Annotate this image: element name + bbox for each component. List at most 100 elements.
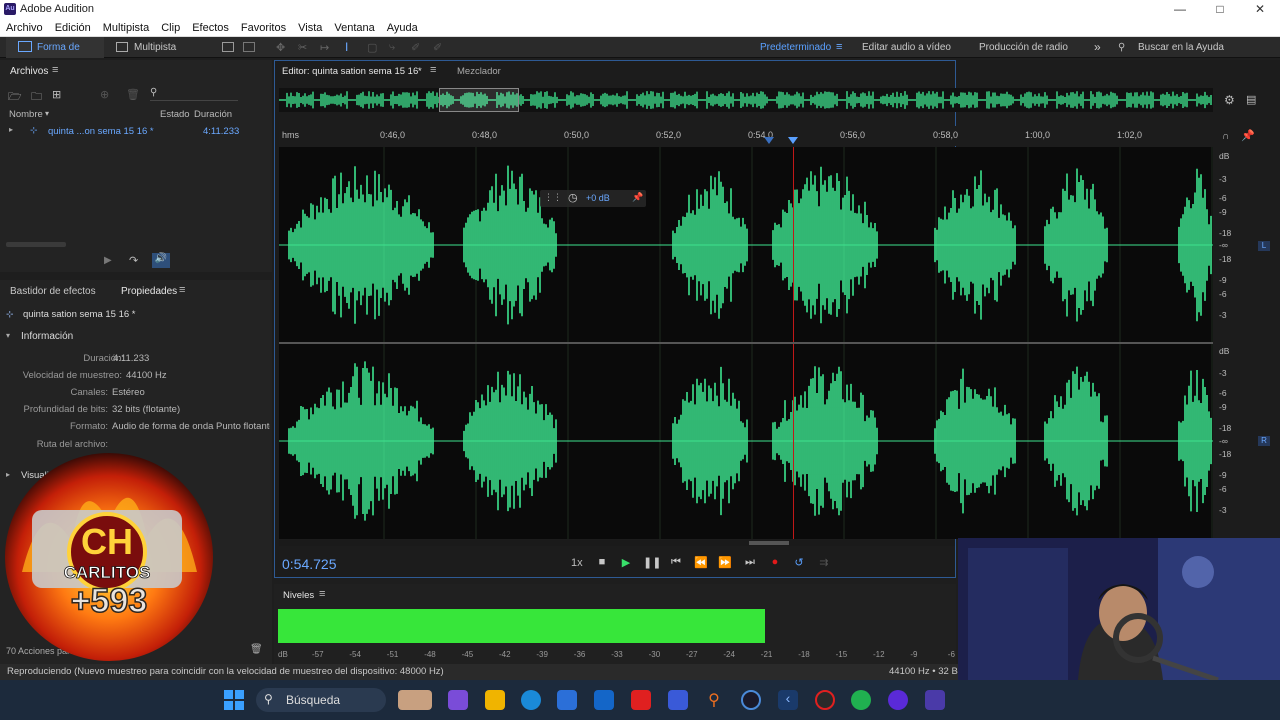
pin-icon[interactable]: 📌: [1241, 129, 1255, 142]
open-folder-icon[interactable]: 🗁: [8, 88, 22, 107]
tab-effects-rack[interactable]: Bastidor de efectos: [10, 286, 96, 297]
playhead-start-marker[interactable]: [764, 137, 774, 144]
windows-start-icon[interactable]: [224, 690, 244, 710]
hud-knob-icon[interactable]: ◷: [568, 191, 578, 204]
waveform-view-button[interactable]: Forma de onda: [6, 37, 104, 74]
workspace-produccion-radio[interactable]: Producción de radio: [979, 37, 1068, 58]
autoplay-icon[interactable]: 🔊: [152, 253, 170, 268]
taskbar-app-icon[interactable]: [888, 690, 908, 710]
files-search-field[interactable]: ⚲: [150, 87, 238, 101]
taskbar-search-app-icon[interactable]: ⚲: [704, 690, 724, 710]
files-panel-title[interactable]: Archivos: [10, 66, 48, 77]
time-selection-tool-icon[interactable]: I: [345, 40, 348, 54]
slip-tool-icon[interactable]: ↦: [320, 41, 329, 54]
editor-h-scrollbar[interactable]: [279, 540, 955, 546]
editor-options-icon[interactable]: ▤: [1246, 93, 1256, 106]
waveform-display[interactable]: [279, 147, 1213, 539]
taskbar-messenger-icon[interactable]: [668, 690, 688, 710]
brush-tool-icon[interactable]: ✐: [411, 41, 420, 54]
fast-forward-icon[interactable]: ⏩: [717, 556, 733, 569]
hud-pin-icon[interactable]: 📌: [632, 192, 643, 203]
column-state-header[interactable]: Estado: [160, 109, 190, 120]
skip-to-start-icon[interactable]: ⏮: [668, 556, 684, 569]
move-tool-icon[interactable]: ✥: [276, 41, 285, 54]
menu-clip[interactable]: Clip: [155, 19, 186, 37]
zoom-settings-icon[interactable]: ⚙: [1224, 93, 1235, 107]
multitrack-view-button[interactable]: Multipista: [108, 37, 188, 58]
taskbar-whatsapp-icon[interactable]: [851, 690, 871, 710]
taskbar-store-icon[interactable]: [557, 690, 577, 710]
playhead-handle[interactable]: [788, 137, 798, 144]
column-name-header[interactable]: Nombre: [9, 109, 43, 120]
skip-to-end-icon[interactable]: ⏭: [742, 556, 758, 569]
levels-panel-title[interactable]: Niveles: [283, 590, 314, 601]
menu-archivo[interactable]: Archivo: [0, 19, 49, 37]
lasso-tool-icon[interactable]: ⤷: [389, 41, 395, 54]
spectral-display-icon[interactable]: [222, 42, 234, 52]
files-scrollbar[interactable]: [6, 242, 66, 247]
rewind-icon[interactable]: ⏪: [693, 556, 709, 569]
record-icon[interactable]: ●: [767, 556, 783, 568]
snap-icon[interactable]: ∩: [1222, 131, 1229, 142]
taskbar-chrome-icon[interactable]: [815, 690, 835, 710]
play-icon[interactable]: ▶: [618, 556, 634, 569]
playback-speed[interactable]: 1x: [571, 557, 583, 569]
skip-selection-icon[interactable]: ⇉: [816, 556, 832, 569]
levels-menu-icon[interactable]: ≡: [319, 588, 325, 600]
more-workspaces-icon[interactable]: »: [1094, 40, 1101, 54]
close-icon[interactable]: ✕: [1240, 1, 1280, 18]
delete-file-icon[interactable]: 🗑: [126, 88, 140, 101]
channel-left-toggle[interactable]: L: [1258, 241, 1270, 251]
maximize-icon[interactable]: □: [1200, 1, 1240, 18]
hud-drag-icon[interactable]: ⋮⋮: [544, 192, 562, 203]
tab-properties[interactable]: Propiedades: [121, 286, 177, 297]
expand-arrow-icon[interactable]: ▸: [9, 125, 13, 134]
tab-mixer[interactable]: Mezclador: [457, 66, 501, 77]
insert-multitrack-icon[interactable]: ⊕: [100, 88, 109, 101]
stop-icon[interactable]: ■: [594, 556, 610, 568]
taskbar-outlook-icon[interactable]: [594, 690, 614, 710]
current-time-display[interactable]: 0:54.725: [282, 556, 337, 572]
taskbar-edge-icon[interactable]: [521, 690, 541, 710]
tab-editor[interactable]: Editor: quinta sation sema 15 16: [282, 66, 418, 77]
workspace-menu-icon[interactable]: ≡: [836, 41, 842, 53]
taskbar-audition-icon[interactable]: [925, 690, 945, 710]
taskbar-search-box[interactable]: ⚲ Búsqueda: [256, 688, 386, 712]
play-preview-icon[interactable]: ▶: [104, 255, 112, 266]
menu-ventana[interactable]: Ventana: [328, 19, 380, 37]
column-duration-header[interactable]: Duración: [194, 109, 232, 120]
marquee-tool-icon[interactable]: ▢: [367, 41, 377, 54]
menu-edicion[interactable]: Edición: [49, 19, 97, 37]
import-file-icon[interactable]: 🗀: [31, 88, 42, 107]
menu-multipista[interactable]: Multipista: [97, 19, 155, 37]
editor-tab-menu-icon[interactable]: ≡: [430, 64, 436, 76]
loop-preview-icon[interactable]: ↷: [129, 254, 138, 267]
hud-gain-value[interactable]: +0 dB: [586, 193, 610, 203]
file-row[interactable]: ▸ ⊹ quinta ...on sema 15 16 * 4:11.233: [0, 124, 272, 138]
hud-volume-control[interactable]: ⋮⋮ ◷ +0 dB 📌: [540, 190, 646, 207]
taskbar-copilot-icon[interactable]: [448, 690, 468, 710]
taskbar-file-explorer-icon[interactable]: [485, 690, 505, 710]
taskbar-vscode-icon[interactable]: ‹: [778, 690, 798, 710]
menu-favoritos[interactable]: Favoritos: [235, 19, 292, 37]
taskbar-widget-icon[interactable]: [398, 690, 432, 710]
overview-navigator[interactable]: [278, 88, 1213, 112]
loop-playback-icon[interactable]: ↺: [791, 556, 807, 569]
workspace-editar-audio-video[interactable]: Editar audio a vídeo: [862, 37, 951, 58]
overview-view-range[interactable]: [439, 88, 519, 112]
info-section-header[interactable]: Información: [21, 331, 73, 342]
razor-tool-icon[interactable]: ✂: [298, 41, 307, 54]
taskbar-obs-icon[interactable]: [741, 690, 761, 710]
healing-tool-icon[interactable]: ✐: [433, 41, 442, 54]
menu-vista[interactable]: Vista: [292, 19, 328, 37]
collapse-info-icon[interactable]: ▾: [6, 331, 10, 340]
menu-efectos[interactable]: Efectos: [186, 19, 235, 37]
pitch-display-icon[interactable]: [243, 42, 255, 52]
menu-ayuda[interactable]: Ayuda: [381, 19, 424, 37]
help-search-field[interactable]: ⚲ Buscar en la Ayuda: [1112, 40, 1272, 55]
new-file-icon[interactable]: ⊞: [52, 88, 61, 101]
workspace-predeterminado[interactable]: Predeterminado: [760, 37, 831, 58]
taskbar-youtube-icon[interactable]: [631, 690, 651, 710]
channel-right-toggle[interactable]: R: [1258, 436, 1270, 446]
trash-icon[interactable]: 🗑: [250, 644, 263, 655]
